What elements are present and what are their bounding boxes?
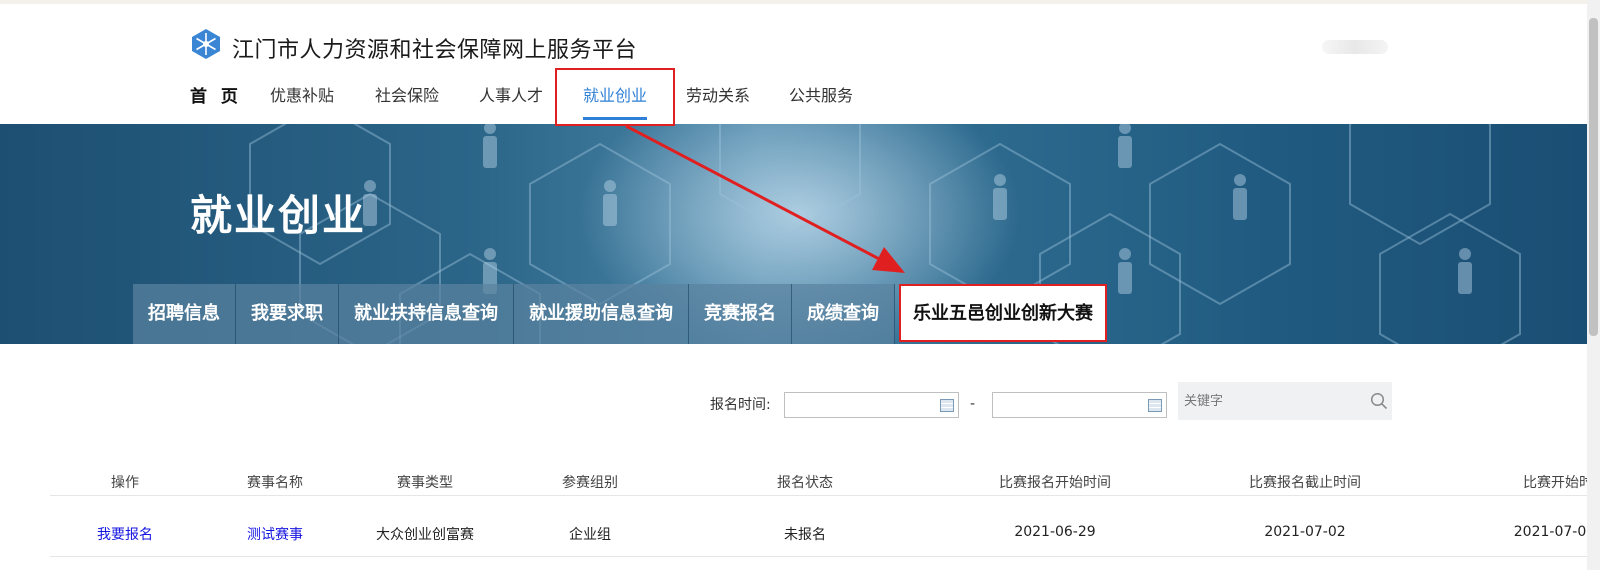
scrollbar-thumb[interactable] xyxy=(1589,18,1598,336)
annotation-arrow xyxy=(625,124,905,273)
